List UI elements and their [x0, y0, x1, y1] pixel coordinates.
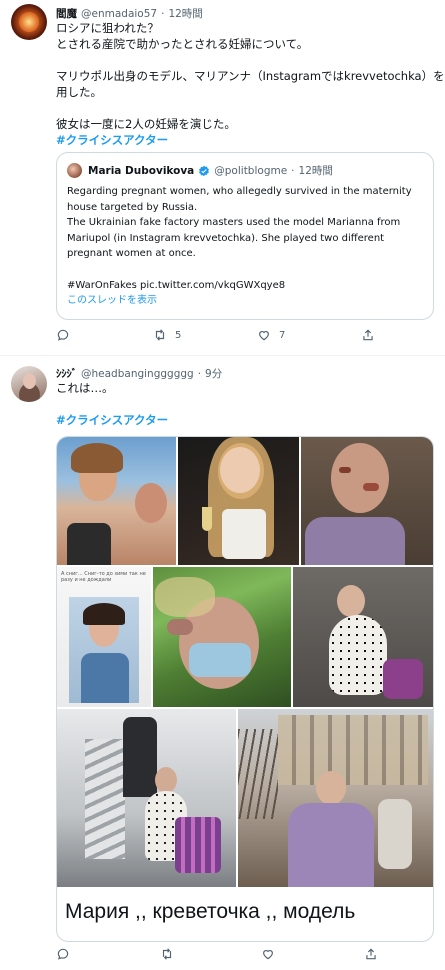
reply-icon	[57, 948, 69, 960]
photo-woman-stairs	[57, 709, 236, 887]
quoted-tweet-text: Regarding pregnant women, who allegedly …	[67, 184, 427, 309]
timestamp[interactable]: 9分	[205, 366, 222, 381]
quoted-handle[interactable]: @politblogme	[214, 165, 287, 177]
tweet-text: これは…。 #クライシスアクター	[56, 380, 431, 428]
like-count: 7	[279, 329, 286, 341]
user-avatar[interactable]	[11, 4, 47, 40]
text-line: #WarOnFakes pic.twitter.com/vkqGWXqye8	[67, 279, 286, 291]
text-line: 彼女は一度に2人の妊婦を演じた。	[56, 117, 236, 131]
tweet-actions: 5 7	[56, 328, 396, 346]
text-line: The Ukrainian fake factory masters used …	[67, 217, 401, 229]
text-line: Mariupol (in Instagram krevvetochka). Sh…	[67, 232, 385, 244]
heart-icon	[263, 950, 273, 960]
hashtag-link[interactable]: #クライシスアクター	[56, 412, 431, 428]
quoted-tweet[interactable]: Maria Dubovikova @politblogme · 12時間 Reg…	[56, 152, 434, 320]
text-line	[67, 262, 427, 278]
retweet-icon	[162, 948, 172, 960]
tweet-actions	[56, 947, 396, 965]
text-line: Regarding pregnant women, who allegedly …	[67, 186, 412, 197]
share-icon	[366, 948, 376, 960]
photo-injured-woman	[301, 437, 433, 565]
hashtag-link[interactable]: #クライシスアクター	[56, 132, 431, 148]
photo-woman-debris	[238, 709, 433, 887]
like-button[interactable]: 7	[257, 328, 285, 342]
handle[interactable]: @enmadaio57	[81, 8, 157, 20]
photo-caption-faded: ....	[65, 929, 89, 942]
timestamp[interactable]: 12時間	[168, 6, 202, 21]
photo-caption: Мария ,, креветочка ,, модель	[65, 900, 356, 923]
text-line: ロシアに狙われた？	[56, 21, 159, 35]
verified-badge-icon	[199, 165, 210, 176]
share-button[interactable]	[364, 947, 386, 961]
text-line: とされる産院で助かったとされる妊婦について。	[56, 37, 309, 51]
tweet-text: ロシアに狙われた？ とされる産院で助かったとされる妊婦について。 マリウポル出身…	[56, 20, 445, 148]
reply-button[interactable]	[56, 328, 78, 342]
text-line: マリウポル出身のモデル、マリアンナ（Instagramではkrevvetochk…	[56, 69, 445, 83]
show-thread-link[interactable]: このスレッドを表示	[67, 293, 427, 309]
photo-couple-beach	[57, 437, 176, 565]
share-icon	[363, 329, 373, 341]
text-line: 用した。	[56, 85, 102, 99]
photo-masked-woman-blanket	[153, 567, 291, 707]
retweet-icon	[155, 329, 165, 341]
separator: ·	[197, 368, 202, 380]
text-line: pregnant women at once.	[67, 248, 196, 260]
retweet-button[interactable]: 5	[153, 328, 181, 342]
retweet-button[interactable]	[160, 947, 182, 961]
display-name[interactable]: 閻魔	[56, 6, 77, 21]
retweet-count: 5	[175, 329, 182, 341]
tweet-header: ｼｼｼﾞ @headbangingggggg · 9分	[56, 366, 222, 381]
tweet-photo[interactable]: А сниг... Сниг-то до зими так не разу и …	[56, 436, 434, 942]
reply-icon	[57, 329, 69, 341]
quoted-timestamp[interactable]: 12時間	[299, 163, 333, 178]
text-line: house targeted by Russia.	[67, 201, 198, 213]
quoted-display-name[interactable]: Maria Dubovikova	[88, 165, 194, 177]
separator: ·	[161, 8, 165, 20]
photo-instagram-selfie: А сниг... Сниг-то до зими так не разу и …	[57, 567, 151, 707]
heart-icon	[259, 331, 269, 341]
user-avatar[interactable]	[11, 366, 47, 402]
quoted-user-avatar[interactable]	[67, 163, 82, 178]
display-name[interactable]: ｼｼｼﾞ	[56, 366, 77, 381]
share-button[interactable]	[361, 328, 383, 342]
text-line: これは…。	[56, 381, 114, 395]
photo-pregnant-woman-polka	[293, 567, 433, 707]
photo-text-overlay: А сниг... Сниг-то до зими так не разу и …	[61, 571, 146, 583]
like-button[interactable]	[261, 947, 283, 961]
photo-woman-wine	[178, 437, 299, 565]
handle[interactable]: @headbangingggggg	[81, 368, 194, 380]
text-line	[56, 52, 431, 68]
separator: ·	[291, 164, 295, 177]
text-line	[56, 100, 431, 116]
tweet[interactable]: ｼｼｼﾞ @headbangingggggg · 9分 これは…。 #クライシス…	[0, 357, 445, 970]
reply-button[interactable]	[56, 947, 78, 961]
tweet[interactable]: 閻魔 @enmadaio57 · 12時間 ロシアに狙われた？ とされる産院で助…	[0, 0, 445, 356]
tweet-header: 閻魔 @enmadaio57 · 12時間	[56, 6, 203, 21]
quoted-tweet-header: Maria Dubovikova @politblogme · 12時間	[88, 163, 333, 178]
